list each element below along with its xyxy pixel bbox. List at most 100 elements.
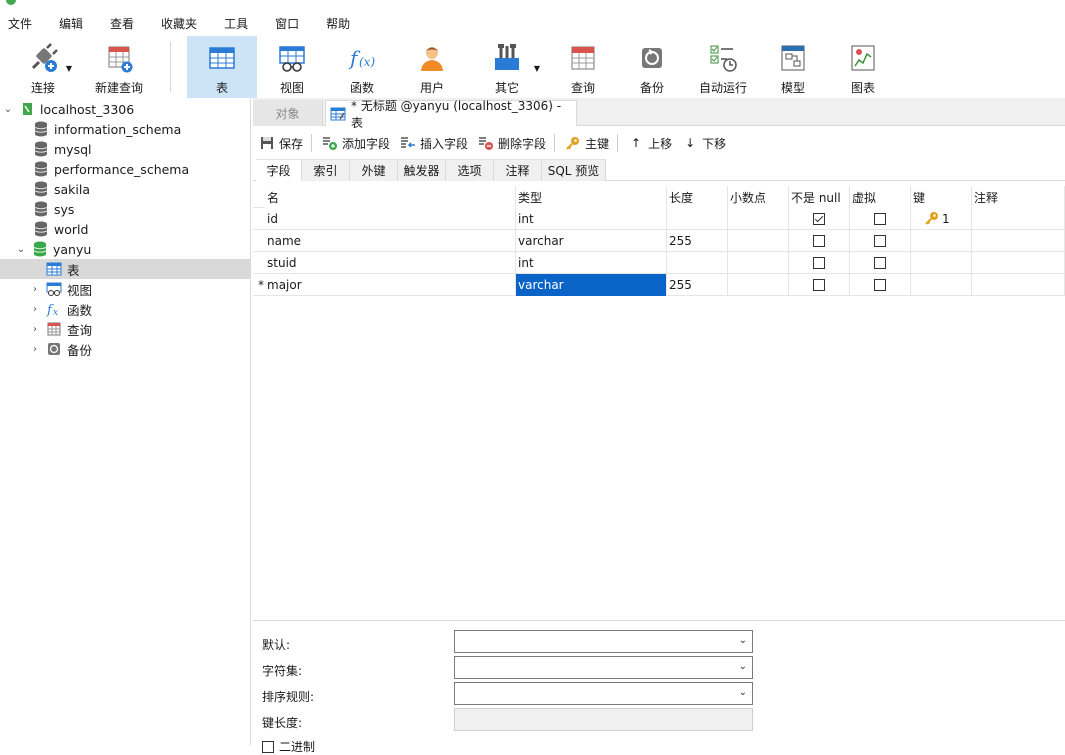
tab-sql-preview[interactable]: SQL 预览 (542, 159, 606, 181)
field-name-cell[interactable]: id (265, 208, 516, 230)
field-decimals-cell[interactable] (728, 230, 789, 252)
tab-fields[interactable]: 字段 (256, 159, 302, 181)
function-button[interactable]: f (x) 函数 (332, 36, 392, 98)
virtual-checkbox[interactable] (874, 279, 886, 291)
tree-yanyu-tables[interactable]: 表 (0, 259, 251, 279)
tree-yanyu-backups[interactable]: › 备份 (0, 339, 251, 359)
table-row[interactable]: * major varchar 255 (253, 274, 1065, 296)
binary-checkbox[interactable] (262, 740, 274, 753)
field-name-cell[interactable]: major (265, 274, 516, 296)
other-button[interactable]: 其它 ▼ (478, 36, 540, 98)
chevron-down-icon[interactable]: ⌄ (16, 244, 26, 255)
field-comment-cell[interactable] (972, 274, 1065, 296)
field-type-cell[interactable]: varchar (516, 230, 667, 252)
menu-edit[interactable]: 编辑 (51, 15, 96, 32)
tab-table-design[interactable]: * 无标题 @yanyu (localhost_3306) - 表 (325, 99, 577, 130)
query-button[interactable]: 查询 (555, 36, 611, 98)
chevron-down-icon[interactable]: ▼ (534, 64, 540, 73)
tree-db-mysql[interactable]: mysql (0, 139, 251, 159)
tree-db-information-schema[interactable]: information_schema (0, 119, 251, 139)
move-up-button[interactable]: ↑ 上移 (628, 135, 672, 152)
field-comment-cell[interactable] (972, 230, 1065, 252)
charset-select[interactable]: ⌄ (454, 656, 753, 679)
virtual-checkbox[interactable] (874, 257, 886, 269)
tab-indexes[interactable]: 索引 (302, 159, 350, 181)
menu-favorites[interactable]: 收藏夹 (153, 15, 210, 32)
field-comment-cell[interactable] (972, 252, 1065, 274)
column-header-not-null[interactable]: 不是 null (789, 186, 850, 208)
connect-button[interactable]: 连接 ▼ (18, 36, 72, 98)
chevron-right-icon[interactable]: › (30, 324, 40, 335)
not-null-checkbox[interactable] (813, 213, 825, 225)
tree-db-sakila[interactable]: sakila (0, 179, 251, 199)
tree-db-world[interactable]: world (0, 219, 251, 239)
table-button[interactable]: 表 (187, 36, 257, 98)
chevron-down-icon[interactable]: ▼ (66, 64, 72, 73)
collation-select[interactable]: ⌄ (454, 682, 753, 705)
primary-key-button[interactable]: 主键 (565, 135, 609, 152)
virtual-checkbox[interactable] (874, 213, 886, 225)
move-down-button[interactable]: ↓ 下移 (682, 135, 726, 152)
binary-option[interactable]: 二进制 (262, 738, 315, 755)
column-header-virtual[interactable]: 虚拟 (850, 186, 911, 208)
field-type-cell[interactable]: varchar (516, 274, 667, 296)
new-query-button[interactable]: 新建查询 (92, 36, 146, 98)
tree-yanyu-functions[interactable]: › fx 函数 (0, 299, 251, 319)
not-null-checkbox[interactable] (813, 257, 825, 269)
menu-window[interactable]: 窗口 (267, 15, 312, 32)
insert-field-button[interactable]: 插入字段 (400, 135, 468, 152)
tree-db-yanyu[interactable]: ⌄ yanyu (0, 239, 251, 259)
table-row[interactable]: id int 1 (253, 208, 1065, 230)
key-cell[interactable] (911, 230, 972, 252)
tree-db-sys[interactable]: sys (0, 199, 251, 219)
user-button[interactable]: 用户 (402, 36, 462, 98)
tab-foreign-keys[interactable]: 外键 (350, 159, 398, 181)
column-header-comment[interactable]: 注释 (972, 186, 1065, 208)
field-type-cell[interactable]: int (516, 208, 667, 230)
delete-field-button[interactable]: 删除字段 (478, 135, 546, 152)
tab-options[interactable]: 选项 (446, 159, 494, 181)
field-name-cell[interactable]: stuid (265, 252, 516, 274)
tree-yanyu-queries[interactable]: › 查询 (0, 319, 251, 339)
column-header-name[interactable]: 名 (265, 186, 516, 208)
chart-button[interactable]: 图表 (837, 36, 889, 98)
virtual-checkbox[interactable] (874, 235, 886, 247)
menu-view[interactable]: 查看 (102, 15, 147, 32)
view-button[interactable]: 视图 (262, 36, 322, 98)
table-row[interactable]: name varchar 255 (253, 230, 1065, 252)
chevron-right-icon[interactable]: › (30, 284, 40, 295)
key-cell[interactable] (911, 252, 972, 274)
field-length-cell[interactable] (667, 208, 728, 230)
save-button[interactable]: 保存 (259, 135, 303, 152)
tab-objects[interactable]: 对象 (253, 100, 323, 126)
model-button[interactable]: 模型 (767, 36, 819, 98)
menu-help[interactable]: 帮助 (318, 15, 363, 32)
chevron-down-icon[interactable]: ⌄ (3, 104, 13, 115)
backup-button[interactable]: 备份 (624, 36, 680, 98)
column-header-decimals[interactable]: 小数点 (728, 186, 789, 208)
field-name-cell[interactable]: name (265, 230, 516, 252)
tree-yanyu-views[interactable]: › 视图 (0, 279, 251, 299)
field-decimals-cell[interactable] (728, 274, 789, 296)
key-cell[interactable] (911, 274, 972, 296)
field-length-cell[interactable]: 255 (667, 230, 728, 252)
field-comment-cell[interactable] (972, 208, 1065, 230)
menu-file[interactable]: 文件 (0, 15, 45, 32)
field-length-cell[interactable] (667, 252, 728, 274)
field-length-cell[interactable]: 255 (667, 274, 728, 296)
field-type-cell[interactable]: int (516, 252, 667, 274)
chevron-right-icon[interactable]: › (30, 344, 40, 355)
tree-connection[interactable]: ⌄ localhost_3306 (0, 99, 251, 119)
table-row[interactable]: stuid int (253, 252, 1065, 274)
menu-tools[interactable]: 工具 (216, 15, 261, 32)
default-select[interactable]: ⌄ (454, 630, 753, 653)
not-null-checkbox[interactable] (813, 279, 825, 291)
column-header-length[interactable]: 长度 (667, 186, 728, 208)
autorun-button[interactable]: 自动运行 (692, 36, 754, 98)
chevron-right-icon[interactable]: › (30, 304, 40, 315)
tab-triggers[interactable]: 触发器 (398, 159, 446, 181)
tab-comment[interactable]: 注释 (494, 159, 542, 181)
not-null-checkbox[interactable] (813, 235, 825, 247)
field-decimals-cell[interactable] (728, 252, 789, 274)
tree-db-performance-schema[interactable]: performance_schema (0, 159, 251, 179)
